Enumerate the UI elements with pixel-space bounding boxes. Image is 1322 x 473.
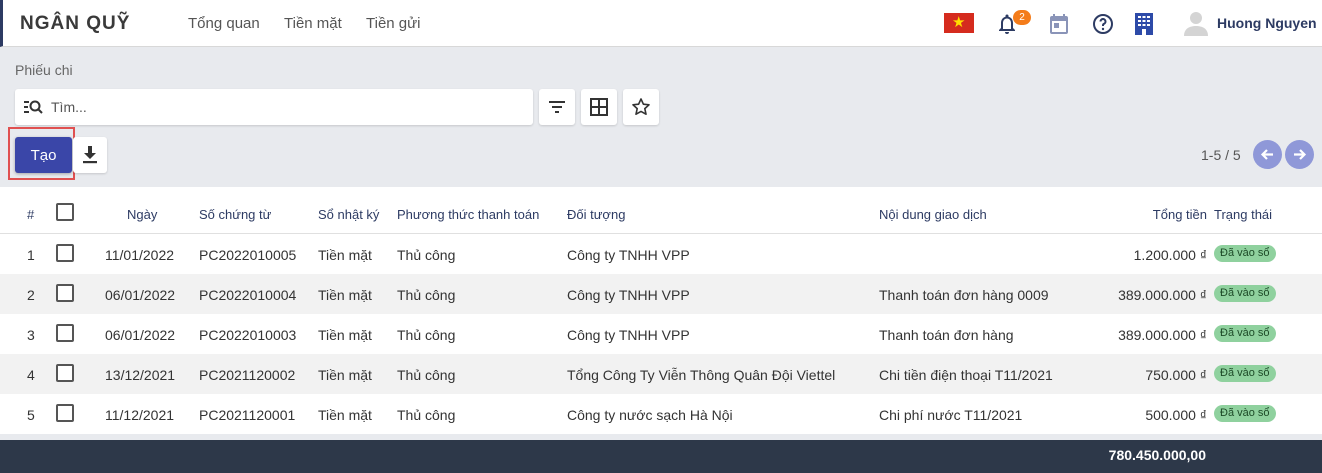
header-date[interactable]: Ngày — [127, 207, 157, 222]
row-payment-method: Thủ công — [397, 367, 456, 383]
payment-voucher-table: # Ngày Số chứng từ Sổ nhật ký Phương thứ… — [0, 187, 1322, 434]
row-journal: Tiền mặt — [318, 327, 372, 343]
row-checkbox[interactable] — [56, 284, 74, 302]
row-content: Chi phí nước T11/2021 — [879, 407, 1023, 423]
table-row[interactable]: 5 11/12/2021 PC2021120001 Tiền mặt Thủ c… — [0, 394, 1322, 434]
row-partner: Công ty nước sạch Hà Nội — [567, 407, 733, 423]
row-checkbox[interactable] — [56, 244, 74, 262]
status-badge: Đã vào sổ — [1214, 285, 1276, 302]
row-journal: Tiền mặt — [318, 367, 372, 383]
row-date: 11/12/2021 — [105, 407, 175, 423]
row-amount: 389.000.000 ₫ — [1118, 327, 1207, 343]
header-total[interactable]: Tổng tiền — [1153, 207, 1207, 222]
row-amount: 750.000 ₫ — [1145, 367, 1207, 383]
top-navbar: NGÂN QUỸ Tổng quan Tiền mặt Tiền gửi ★ 2… — [0, 0, 1322, 47]
row-index: 1 — [27, 247, 35, 263]
table-row[interactable]: 2 06/01/2022 PC2022010004 Tiền mặt Thủ c… — [0, 274, 1322, 314]
row-doc-number: PC2021120002 — [199, 367, 296, 383]
favorites-button[interactable] — [623, 89, 659, 125]
row-amount: 500.000 ₫ — [1145, 407, 1207, 423]
calendar-icon[interactable] — [1047, 12, 1071, 36]
nav-overview[interactable]: Tổng quan — [188, 15, 260, 32]
status-badge: Đã vào sổ — [1214, 245, 1276, 262]
table-header: # Ngày Số chứng từ Sổ nhật ký Phương thứ… — [0, 187, 1322, 234]
row-partner: Công ty TNHH VPP — [567, 287, 690, 303]
row-payment-method: Thủ công — [397, 327, 456, 343]
row-amount: 389.000.000 ₫ — [1118, 287, 1207, 303]
header-content[interactable]: Nội dung giao dịch — [879, 207, 987, 222]
download-icon — [83, 146, 97, 164]
create-button[interactable]: Tạo — [15, 137, 72, 173]
vietnam-flag-icon[interactable]: ★ — [944, 13, 974, 33]
status-badge: Đã vào sổ — [1214, 405, 1276, 422]
table-row[interactable]: 4 13/12/2021 PC2021120002 Tiền mặt Thủ c… — [0, 354, 1322, 394]
row-index: 3 — [27, 327, 35, 343]
help-icon[interactable] — [1091, 12, 1115, 36]
nav-cash[interactable]: Tiền mặt — [284, 15, 342, 32]
row-index: 5 — [27, 407, 35, 423]
row-payment-method: Thủ công — [397, 407, 456, 423]
row-index: 4 — [27, 367, 35, 383]
pager-previous-button[interactable] — [1253, 140, 1282, 169]
select-all-checkbox[interactable] — [56, 203, 74, 221]
row-doc-number: PC2021120001 — [199, 407, 296, 423]
search-icon — [24, 100, 43, 114]
grand-total: 780.450.000,00 — [1108, 447, 1206, 463]
filter-icon — [549, 101, 565, 113]
row-partner: Tổng Công Ty Viễn Thông Quân Đội Viettel — [567, 367, 836, 383]
row-date: 06/01/2022 — [105, 287, 176, 303]
row-checkbox[interactable] — [56, 364, 74, 382]
table-row[interactable]: 1 11/01/2022 PC2022010005 Tiền mặt Thủ c… — [0, 234, 1322, 274]
company-building-icon[interactable] — [1132, 12, 1156, 36]
row-content: Thanh toán đơn hàng — [879, 327, 1014, 343]
row-partner: Công ty TNHH VPP — [567, 247, 690, 263]
app-title[interactable]: NGÂN QUỸ — [20, 13, 130, 35]
status-badge: Đã vào sổ — [1214, 365, 1276, 382]
row-journal: Tiền mặt — [318, 287, 372, 303]
row-content: Thanh toán đơn hàng 0009 — [879, 287, 1049, 303]
row-checkbox[interactable] — [56, 404, 74, 422]
row-journal: Tiền mặt — [318, 407, 372, 423]
table-row[interactable]: 3 06/01/2022 PC2022010003 Tiền mặt Thủ c… — [0, 314, 1322, 354]
row-date: 11/01/2022 — [105, 247, 175, 263]
pager-value[interactable]: 1-5 / 5 — [1201, 147, 1241, 163]
search-input[interactable] — [51, 89, 521, 125]
flag-star: ★ — [952, 14, 966, 31]
notification-count-badge: 2 — [1013, 10, 1031, 25]
header-partner[interactable]: Đối tượng — [567, 207, 625, 222]
star-icon — [632, 98, 650, 115]
row-partner: Công ty TNHH VPP — [567, 327, 690, 343]
header-status[interactable]: Trạng thái — [1214, 207, 1272, 222]
breadcrumb: Phiếu chi — [15, 62, 73, 78]
arrow-right-icon — [1294, 149, 1307, 160]
pager-next-button[interactable] — [1285, 140, 1314, 169]
download-button[interactable] — [73, 137, 107, 173]
row-doc-number: PC2022010005 — [199, 247, 297, 263]
search-box — [15, 89, 533, 125]
header-journal[interactable]: Sổ nhật ký — [318, 207, 379, 222]
row-content: Chi tiền điện thoại T11/2021 — [879, 367, 1053, 383]
row-doc-number: PC2022010004 — [199, 287, 297, 303]
row-payment-method: Thủ công — [397, 247, 456, 263]
header-payment-method[interactable]: Phương thức thanh toán — [397, 207, 539, 222]
user-name[interactable]: Huong Nguyen — [1217, 15, 1317, 31]
row-date: 06/01/2022 — [105, 327, 176, 343]
table-footer: 780.450.000,00 — [0, 440, 1322, 473]
grid-icon — [590, 98, 608, 116]
arrow-left-icon — [1260, 149, 1273, 160]
filter-button[interactable] — [539, 89, 575, 125]
header-doc-number[interactable]: Số chứng từ — [199, 207, 271, 222]
nav-deposit[interactable]: Tiền gửi — [366, 15, 421, 32]
status-badge: Đã vào sổ — [1214, 325, 1276, 342]
row-payment-method: Thủ công — [397, 287, 456, 303]
row-doc-number: PC2022010003 — [199, 327, 297, 343]
row-date: 13/12/2021 — [105, 367, 176, 383]
row-amount: 1.200.000 ₫ — [1133, 247, 1207, 263]
user-avatar-icon[interactable] — [1184, 10, 1208, 36]
row-checkbox[interactable] — [56, 324, 74, 342]
row-index: 2 — [27, 287, 35, 303]
header-index: # — [27, 207, 35, 222]
row-journal: Tiền mặt — [318, 247, 372, 263]
group-by-button[interactable] — [581, 89, 617, 125]
